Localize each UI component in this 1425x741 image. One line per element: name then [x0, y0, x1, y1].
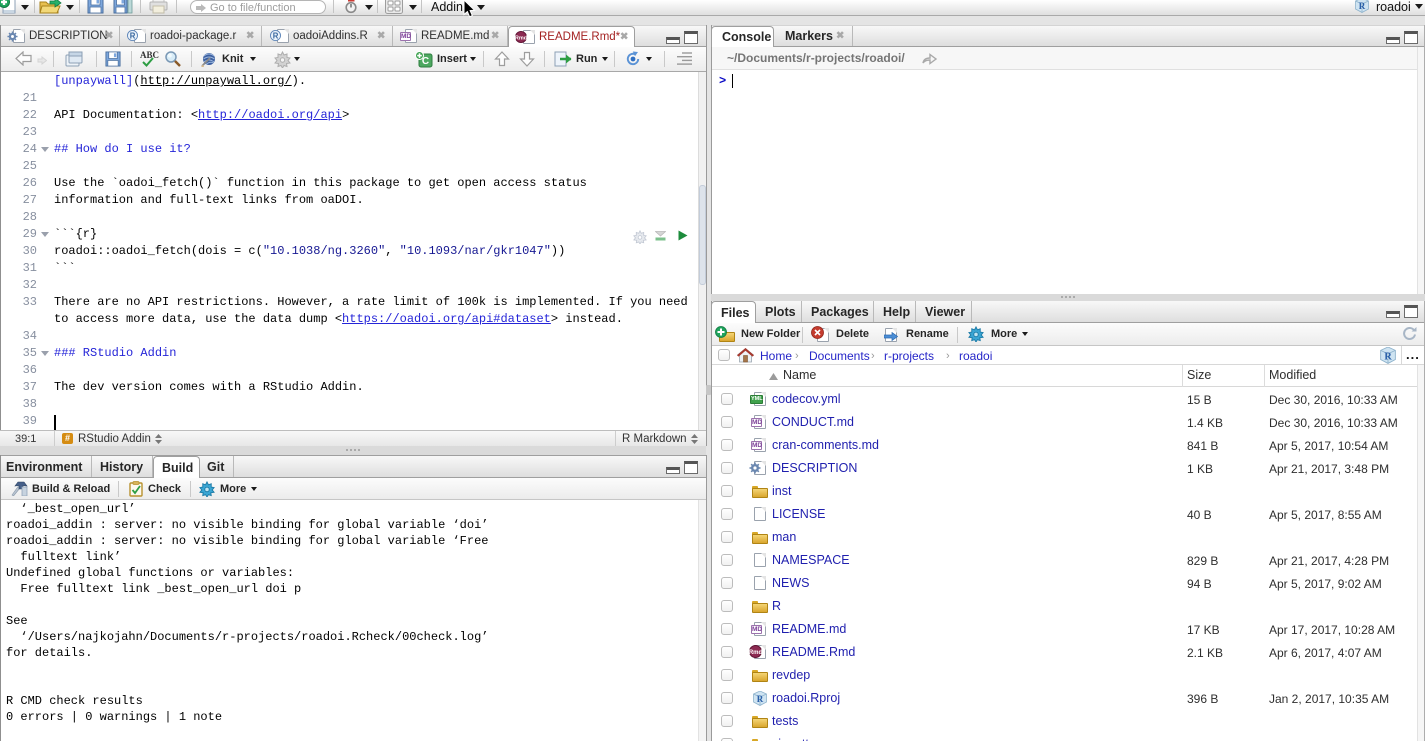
- svg-text:Rmd: Rmd: [515, 35, 527, 41]
- svg-text:R: R: [273, 31, 279, 40]
- svg-text:R: R: [130, 31, 136, 40]
- svg-text:R: R: [1359, 1, 1366, 11]
- svg-text:R: R: [757, 694, 764, 704]
- svg-text:Rmd: Rmd: [749, 650, 762, 656]
